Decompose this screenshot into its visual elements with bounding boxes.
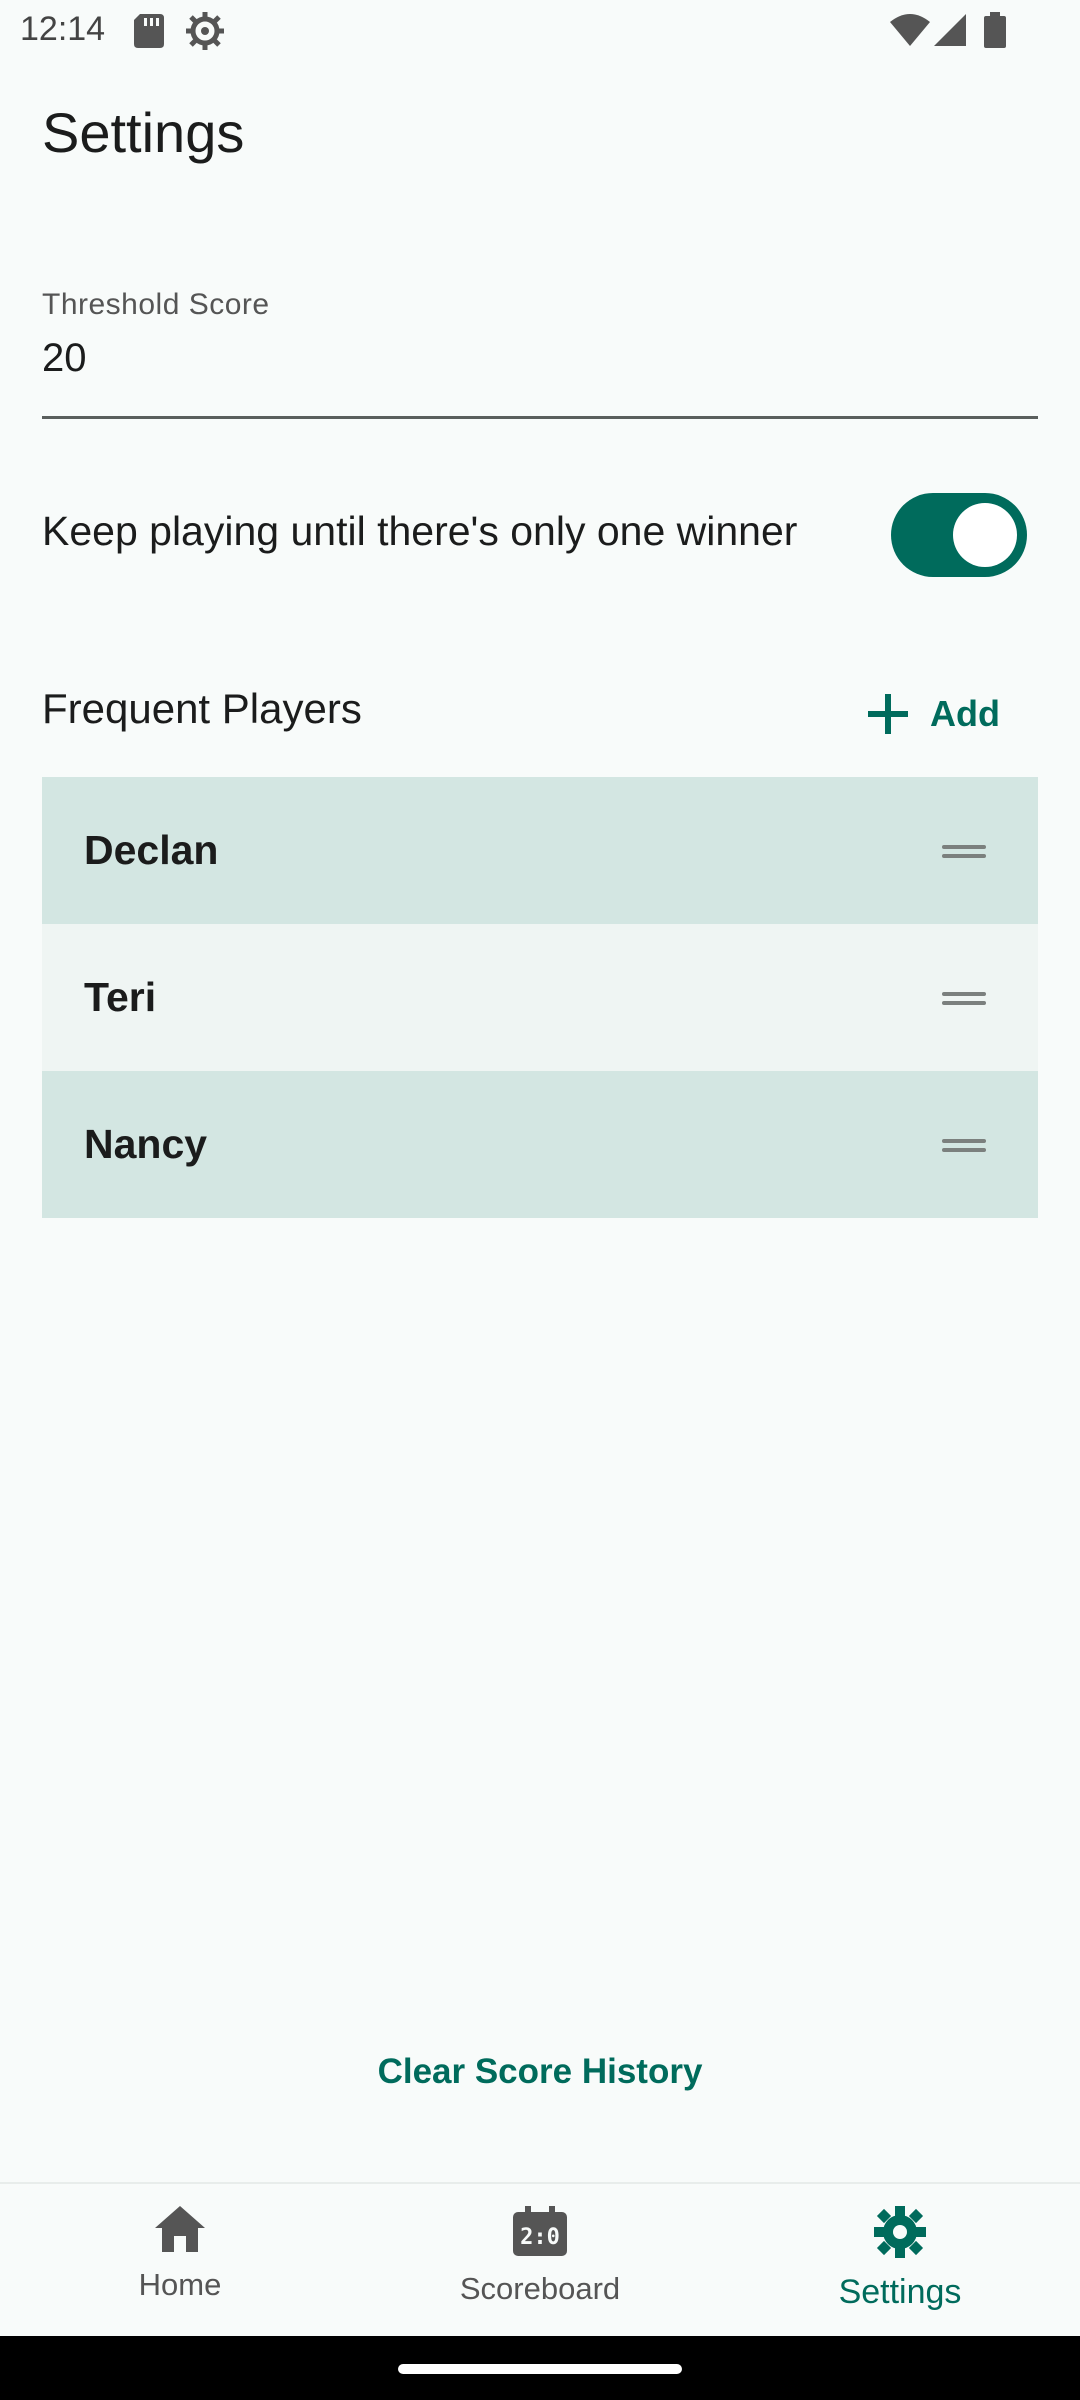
player-row-teri[interactable]: Teri	[42, 924, 1038, 1071]
keep-playing-toggle[interactable]	[891, 493, 1027, 577]
plus-icon	[866, 692, 910, 736]
frequent-players-heading: Frequent Players	[42, 685, 362, 732]
home-gesture-handle[interactable]	[398, 2364, 682, 2374]
add-player-button[interactable]: Add	[866, 680, 1036, 748]
toggle-thumb	[953, 503, 1017, 567]
nav-settings-label: Settings	[838, 2273, 962, 2311]
status-bar: 12:14	[0, 0, 1080, 64]
battery-icon	[984, 12, 1006, 53]
drag-handle-icon[interactable]	[942, 988, 986, 1008]
status-time: 12:14	[20, 10, 106, 48]
threshold-score-input[interactable]: 20	[42, 336, 87, 381]
scoreboard-icon: 2:0	[513, 2184, 567, 2261]
svg-text:2:0: 2:0	[520, 2225, 560, 2250]
player-name: Teri	[84, 974, 157, 1020]
threshold-score-label: Threshold Score	[42, 288, 270, 321]
sd-card-icon	[134, 14, 164, 53]
bottom-navigation: Home 2:0 Scoreboard Settings	[0, 2182, 1080, 2338]
nav-home[interactable]: Home	[0, 2184, 360, 2338]
settings-gear-icon	[186, 12, 224, 55]
nav-scoreboard-label: Scoreboard	[459, 2271, 621, 2306]
player-name: Nancy	[84, 1121, 208, 1167]
nav-scoreboard[interactable]: 2:0 Scoreboard	[360, 2184, 720, 2338]
nav-home-label: Home	[138, 2267, 222, 2302]
home-icon	[155, 2184, 205, 2257]
page-title: Settings	[42, 101, 245, 164]
keep-playing-label: Keep playing until there's only one winn…	[42, 508, 798, 554]
player-name: Declan	[84, 827, 219, 873]
settings-icon	[874, 2184, 926, 2263]
clear-score-history-button[interactable]: Clear Score History	[0, 2052, 1080, 2092]
signal-icon	[934, 14, 966, 51]
player-row-declan[interactable]: Declan	[42, 777, 1038, 924]
nav-settings[interactable]: Settings	[720, 2184, 1080, 2338]
drag-handle-icon[interactable]	[942, 1135, 986, 1155]
drag-handle-icon[interactable]	[942, 841, 986, 861]
wifi-icon	[890, 14, 930, 51]
add-player-label: Add	[930, 693, 1000, 734]
player-row-nancy[interactable]: Nancy	[42, 1071, 1038, 1218]
threshold-score-underline	[42, 416, 1038, 419]
